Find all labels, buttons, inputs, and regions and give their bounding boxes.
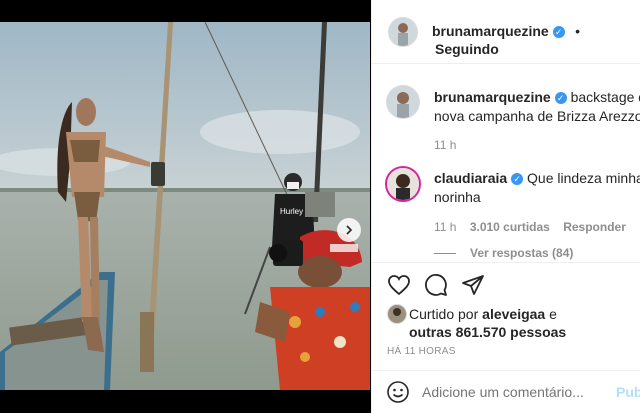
post-header: brunamarquezine ✓ • Seguindo [372, 0, 640, 64]
verified-badge-icon: ✓ [511, 173, 524, 186]
instagram-post-view: Hurley brunamarquezine ✓ • Seguindo brun… [0, 0, 640, 413]
commenter-avatar[interactable] [385, 166, 421, 202]
divider [434, 253, 456, 255]
comment-time: 11 h [434, 220, 457, 234]
post-details-panel: brunamarquezine ✓ • Seguindo brunamarquez… [371, 0, 640, 413]
caption-time: 11 h [434, 138, 457, 152]
likes-count-link[interactable]: outras 861.570 pessoas [409, 324, 566, 340]
caption-text-line2: nova campanha de Brizza Arezzo 1 [434, 108, 640, 124]
comment-text-line2: norinha [434, 189, 481, 205]
liker-username[interactable]: aleveigaa [482, 306, 545, 322]
emoji-icon[interactable] [386, 380, 410, 404]
reply-button[interactable]: Responder [563, 220, 626, 234]
paper-plane-icon[interactable] [461, 273, 485, 297]
verified-badge-icon: ✓ [552, 25, 565, 38]
view-replies-button[interactable]: Ver respostas (84) [434, 246, 573, 260]
verified-badge-icon: ✓ [554, 92, 567, 105]
add-comment-bar: Pub [372, 370, 640, 413]
caption-text-line1: backstage da [570, 89, 640, 105]
comment-icon[interactable] [424, 273, 448, 297]
likes-summary: Curtido por aleveigaa e outras 861.570 p… [409, 305, 566, 341]
next-photo-button[interactable] [337, 218, 361, 242]
profile-photo-icon [387, 86, 419, 118]
author-avatar[interactable] [388, 17, 418, 47]
profile-photo-icon [387, 168, 419, 200]
heart-icon[interactable] [387, 273, 411, 297]
shirt-print-text: Hurley [280, 207, 303, 216]
comment-item: claudiaraia ✓ Que lindeza minha norinha 1… [434, 169, 640, 234]
caption-username[interactable]: brunamarquezine [434, 89, 551, 105]
likes-prefix: Curtido por [409, 306, 479, 322]
profile-photo-icon [388, 305, 406, 323]
chevron-right-icon [346, 225, 353, 235]
comment-likes-link[interactable]: 3.010 curtidas [470, 220, 550, 234]
post-photo[interactable]: Hurley [0, 22, 370, 390]
caption: brunamarquezine✓ backstage da nova campa… [434, 88, 640, 152]
author-username[interactable]: brunamarquezine [432, 23, 549, 39]
publish-button[interactable]: Pub [616, 384, 640, 400]
comment-username[interactable]: claudiaraia [434, 170, 507, 186]
profile-photo-icon [389, 18, 417, 46]
view-replies-label: Ver respostas (84) [470, 246, 574, 260]
likes-connector: e [549, 306, 557, 322]
caption-avatar[interactable] [386, 85, 420, 119]
add-comment-input[interactable] [422, 381, 602, 403]
photo-illustration: Hurley [0, 22, 370, 390]
post-timestamp: HÁ 11 HORAS [387, 346, 456, 357]
following-button[interactable]: Seguindo [435, 41, 499, 57]
liker-avatar[interactable] [387, 304, 407, 324]
header-separator: • [575, 23, 581, 39]
post-actions: Curtido por aleveigaa e outras 861.570 p… [372, 262, 640, 373]
comment-text-line1: Que lindeza minha [527, 170, 640, 186]
